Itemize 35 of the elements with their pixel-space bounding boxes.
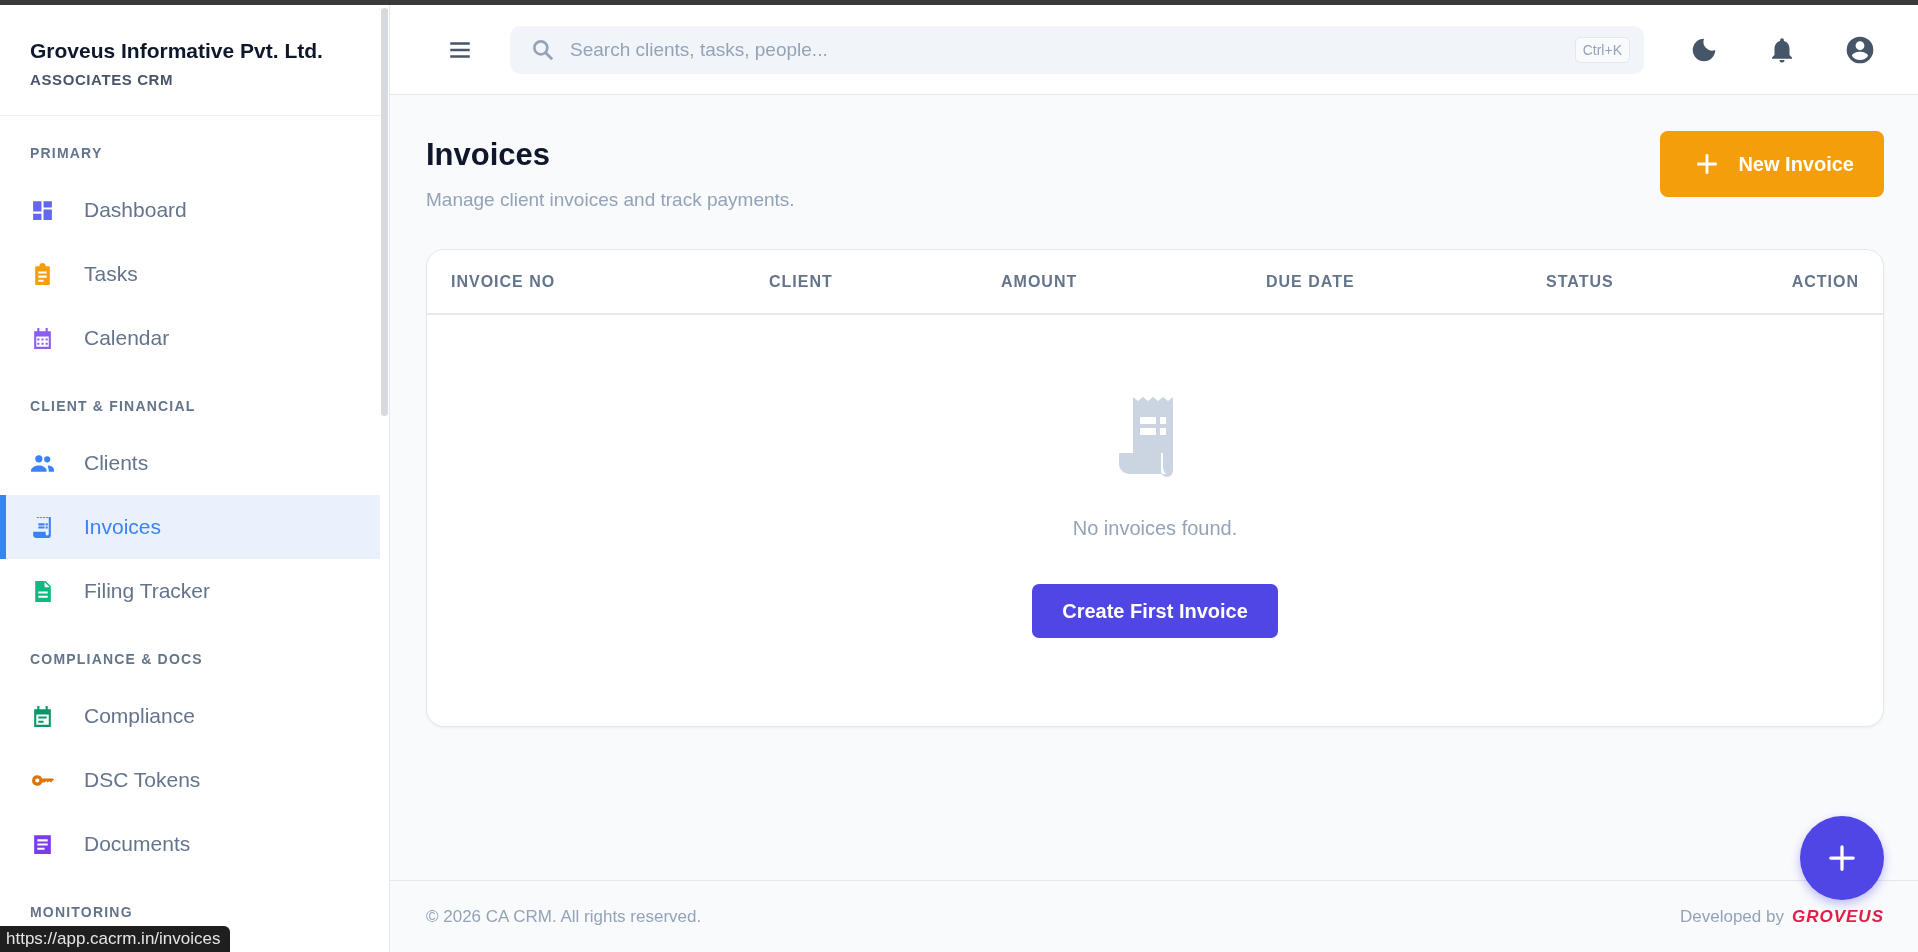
brand-logo: GROVEUS [1791,906,1884,927]
nav-item[interactable]: Calendar [0,306,380,370]
add-button[interactable] [1800,816,1884,900]
plus-icon [1827,843,1857,873]
app-subtitle: ASSOCIATES CRM [30,71,175,88]
section-label: CLIENT & FINANCIAL [29,398,197,416]
column-header: INVOICE NO [451,272,557,291]
section-label: MONITORING [29,904,134,922]
nav-item[interactable]: Clients [0,431,380,495]
company-name: Groveus Informative Pvt. Ltd. [30,39,324,63]
column-header: STATUS [1546,272,1615,291]
empty-message: No invoices found. [1072,517,1238,540]
nav-item[interactable]: Dashboard [0,178,380,242]
column-header: AMOUNT [1001,272,1079,291]
nav-item[interactable]: DSC Tokens [0,748,380,812]
nav-item[interactable]: Documents [0,812,380,876]
create-invoice-button[interactable]: Create First Invoice [1032,584,1278,638]
copyright-text: © 2026 CA CRM. All rights reserved. [426,906,702,927]
developer-credit: Developed by [1680,906,1784,927]
page-subtitle: Manage client invoices and track payments. [426,189,795,211]
status-url: https://app.cacrm.in/invoices [0,926,231,952]
scrollbar-thumb[interactable] [381,8,388,416]
page-title: Invoices [426,137,552,173]
column-header: DUE DATE [1266,272,1356,291]
search-field[interactable]: Search clients, tasks, people... [568,37,1563,62]
search-bar[interactable]: Search clients, tasks, people... Ctrl+K [510,25,1644,74]
nav-item[interactable]: Invoices [0,495,380,559]
nav-item[interactable]: Compliance [0,684,380,748]
nav-item[interactable]: Filing Tracker [0,559,380,623]
column-header: CLIENT [769,272,834,291]
nav-item[interactable]: Tasks [0,242,380,306]
section-label: COMPLIANCE & DOCS [29,651,204,669]
section-label: PRIMARY [29,145,104,163]
shortcut-hint: Ctrl+K [1574,36,1630,63]
column-header: ACTION [1791,272,1859,291]
